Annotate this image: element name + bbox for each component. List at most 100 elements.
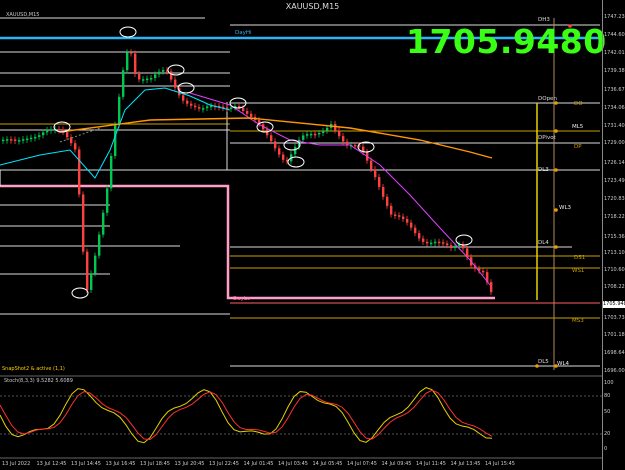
price-axis-tick: 1744.600 [604, 32, 625, 39]
candle [198, 107, 201, 109]
candle [454, 245, 457, 249]
candle [106, 188, 109, 213]
time-axis-tick: 14 Jul 07:45 [347, 461, 377, 467]
price-axis-tick: 1729.000 [604, 139, 625, 146]
price-axis-tick: 1739.380 [604, 68, 625, 75]
candle [490, 282, 493, 293]
candle [174, 79, 177, 88]
trading-chart-window[interactable]: XAUUSD,M15 XAUUSD,M15 1705.9480 1747.230… [0, 0, 625, 470]
level-dot [554, 168, 558, 172]
time-axis-tick: 13 Jul 12:45 [36, 461, 67, 467]
slow-ma-line [59, 117, 493, 159]
candle [374, 169, 377, 178]
candle [310, 133, 313, 136]
price-axis-tick: 1696.000 [604, 368, 625, 374]
candle [102, 212, 105, 235]
stoch-signal-line [0, 389, 493, 441]
ws1-label: WS1 [572, 268, 585, 274]
level-dot [554, 129, 558, 133]
daylo-label: DayLo [233, 296, 251, 302]
candle [446, 243, 449, 246]
snapshot-label: SnapShot2 & active (1,1) [2, 366, 65, 372]
candle [326, 127, 329, 131]
candle [402, 216, 405, 220]
candle [58, 129, 61, 131]
price-axis-tick: 1747.230 [604, 14, 625, 20]
time-axis-tick: 13 Jul 20:45 [174, 461, 205, 467]
osc-axis-tick: 100 [604, 380, 614, 386]
price-axis-tick: 1718.220 [604, 214, 625, 221]
ds1-label: DS1 [574, 255, 586, 261]
candle [190, 103, 193, 106]
candle [18, 140, 21, 142]
candle [430, 242, 433, 245]
osc-axis-tick: 50 [604, 409, 611, 415]
price-axis-tick: 1701.180 [604, 332, 625, 339]
candle [386, 196, 389, 206]
candle [50, 129, 53, 131]
time-axis-tick: 14 Jul 05:45 [312, 461, 343, 467]
candle [22, 139, 25, 141]
candle [250, 113, 253, 117]
candle [74, 143, 77, 150]
candle [318, 132, 321, 135]
current-price-tag: 1705.948 [603, 301, 625, 308]
osc-axis-tick: 80 [604, 393, 611, 399]
candle [270, 135, 273, 142]
price-axis-tick: 1731.400 [604, 123, 625, 130]
candle [406, 219, 409, 223]
candle [138, 73, 141, 80]
candle [382, 186, 385, 197]
candle [206, 106, 209, 109]
candle [118, 96, 121, 125]
candle [94, 255, 97, 274]
candle [6, 139, 9, 141]
candle [182, 95, 185, 101]
candle [274, 141, 277, 149]
candle [246, 110, 249, 114]
price-axis-tick: 1703.730 [604, 314, 625, 321]
candle [146, 78, 149, 81]
candle [354, 144, 357, 147]
candle [78, 149, 81, 195]
current-price-display: 1705.9480 [406, 22, 607, 61]
ms3-label: MS3 [572, 318, 584, 324]
candle [170, 71, 173, 80]
do-label: DO [574, 101, 583, 107]
dopen-label: DOpen [538, 96, 557, 102]
price-chart-canvas[interactable] [0, 0, 625, 470]
candle [414, 227, 417, 234]
candle [26, 138, 29, 141]
dl5-label: DL5 [538, 359, 549, 365]
candle [450, 245, 453, 249]
candle [142, 79, 145, 81]
time-axis-tick: 13 Jul 16:45 [105, 461, 136, 467]
dl4-label: DL4 [538, 240, 549, 246]
candle [82, 194, 85, 252]
candle [46, 129, 49, 133]
candle [14, 139, 17, 141]
candle [66, 132, 69, 138]
candle [434, 241, 437, 244]
candle [398, 215, 401, 217]
candle [162, 70, 165, 72]
dayhi-label: DayHi [235, 30, 252, 36]
wl3-label: WL3 [559, 205, 572, 211]
candle [2, 139, 5, 142]
price-axis-tick: 1742.010 [604, 50, 625, 57]
candle [482, 270, 485, 273]
candle [34, 136, 37, 139]
candle [154, 74, 157, 78]
price-axis-tick: 1736.670 [604, 86, 625, 93]
oscillator-label: Stoch(8,3,3) 9.5282 5.6089 [4, 378, 73, 384]
candle [438, 241, 441, 244]
candle [110, 156, 113, 189]
price-axis-tick: 1698.640 [604, 349, 625, 356]
osc-axis-tick: 20 [604, 431, 611, 437]
candle [130, 52, 133, 54]
time-axis-tick: 14 Jul 09:45 [381, 461, 412, 467]
candle [426, 241, 429, 244]
candle [390, 205, 393, 215]
price-axis-tick: 1710.600 [604, 267, 625, 274]
wl4-label: WL4 [557, 361, 570, 367]
